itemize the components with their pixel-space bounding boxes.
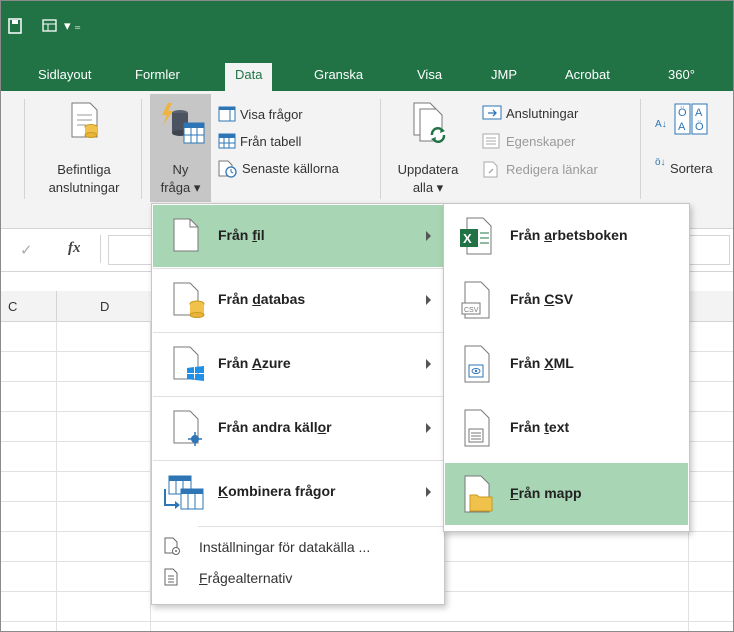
properties-icon (482, 133, 500, 149)
azure-icon (173, 346, 204, 381)
menu-item-from-database-label: Från databas (218, 291, 306, 307)
submenu-item-from-xml-label: Från XML (510, 355, 574, 371)
excel-window: ▾ ₌ Sidlayout Formler Data Granska Visa … (0, 0, 734, 632)
submenu-item-from-xml[interactable]: Från XML (445, 333, 688, 395)
existing-connections-icon (71, 102, 98, 138)
properties-button[interactable]: Egenskaper (506, 134, 575, 149)
new-query-label-2: fråga ▾ (160, 180, 201, 195)
folder-icon (464, 475, 493, 513)
refresh-all-button[interactable]: Uppdatera alla ▾ (390, 161, 466, 197)
submenu-arrow-icon (426, 231, 431, 241)
sort-button[interactable]: Sortera (670, 161, 713, 176)
connections-icon (482, 105, 502, 120)
sort-descending-icon[interactable]: ö↓ (655, 157, 666, 168)
menu-item-from-azure[interactable]: Från Azure (153, 333, 443, 395)
show-queries-icon (218, 106, 236, 122)
from-file-submenu: X Från arbetsboken CSV Från CSV Från XML… (443, 203, 690, 532)
submenu-item-from-workbook-label: Från arbetsboken (510, 227, 628, 243)
existing-connections-button[interactable]: Befintliga anslutningar (39, 161, 129, 197)
submenu-item-from-folder[interactable]: Från mapp (445, 463, 688, 525)
tab-sidlayout[interactable]: Sidlayout (38, 67, 91, 82)
submenu-item-from-text-label: Från text (510, 419, 570, 435)
customize-quick-access-button[interactable]: ▾ ₌ (64, 18, 81, 34)
new-query-label-1: Ny (172, 162, 189, 177)
connections-button[interactable]: Anslutningar (506, 106, 578, 121)
submenu-arrow-icon (426, 487, 431, 497)
recent-sources-icon (218, 160, 237, 178)
insert-function-button[interactable]: fx (68, 240, 81, 257)
svg-text:Ö: Ö (695, 121, 704, 133)
sort-ascending-icon[interactable]: A↓ (655, 119, 667, 130)
from-table-button[interactable]: Från tabell (240, 134, 301, 149)
csv-tag: CSV (464, 307, 479, 314)
submenu-item-from-csv-label: Från CSV (510, 291, 574, 307)
menu-item-combine-queries-label: Kombinera frågor (218, 483, 336, 499)
other-sources-icon (173, 410, 202, 446)
edit-links-icon (483, 161, 498, 178)
column-header-c[interactable]: C (8, 299, 17, 314)
existing-connections-label-2: anslutningar (48, 180, 120, 195)
column-header-d[interactable]: D (100, 299, 109, 314)
refresh-all-label-1: Uppdatera (397, 162, 459, 177)
query-options-button[interactable]: Frågealternativ (199, 570, 292, 586)
new-query-label: Ny fråga ▾ (150, 161, 211, 197)
excel-workbook-icon: X (460, 217, 492, 255)
tab-data[interactable]: Data (225, 63, 273, 91)
svg-text:A: A (678, 121, 686, 133)
menu-item-from-other-sources-label: Från andra källor (218, 419, 332, 435)
tab-granska[interactable]: Granska (314, 67, 363, 82)
edit-links-button[interactable]: Redigera länkar (506, 162, 598, 177)
recent-sources-button[interactable]: Senaste källorna (242, 161, 339, 176)
file-icon (173, 218, 199, 252)
tab-visa[interactable]: Visa (417, 67, 442, 82)
query-options-icon (164, 568, 178, 586)
data-source-settings-button[interactable]: Inställningar för datakälla ... (199, 539, 370, 555)
combine-queries-icon (164, 475, 204, 510)
menu-item-from-azure-label: Från Azure (218, 355, 291, 371)
submenu-item-from-folder-label: Från mapp (510, 485, 582, 501)
tab-360[interactable]: 360° (668, 67, 695, 82)
new-query-icon (162, 103, 205, 144)
tab-acrobat[interactable]: Acrobat (565, 67, 610, 82)
menu-item-from-file[interactable]: Från fil (153, 205, 443, 267)
database-icon (173, 282, 205, 318)
from-table-icon (218, 133, 236, 149)
submenu-item-from-csv[interactable]: CSV Från CSV (445, 269, 688, 331)
csv-file-icon: CSV (461, 281, 490, 319)
touch-mode-icon[interactable] (42, 18, 58, 34)
existing-connections-label-1: Befintliga (57, 162, 111, 177)
save-icon[interactable] (8, 18, 22, 34)
svg-text:A: A (695, 107, 703, 119)
sort-dialog-icon[interactable]: Ö A A Ö (674, 103, 708, 135)
submenu-arrow-icon (426, 423, 431, 433)
menu-item-from-database[interactable]: Från databas (153, 269, 443, 331)
show-queries-button[interactable]: Visa frågor (240, 107, 303, 122)
submenu-arrow-icon (426, 295, 431, 305)
svg-text:Ö: Ö (678, 107, 687, 119)
new-query-menu: Från fil Från databas Från Azure Från an… (151, 203, 445, 605)
data-source-settings-icon (164, 537, 180, 555)
refresh-all-icon (413, 102, 446, 143)
menu-item-from-file-label: Från fil (218, 227, 265, 243)
xml-file-icon (464, 345, 490, 383)
submenu-item-from-text[interactable]: Från text (445, 397, 688, 459)
enter-icon[interactable]: ✓ (20, 241, 33, 259)
tab-formler[interactable]: Formler (135, 67, 180, 82)
menu-item-combine-queries[interactable]: Kombinera frågor (153, 461, 443, 523)
tab-jmp[interactable]: JMP (491, 67, 517, 82)
menu-item-from-other-sources[interactable]: Från andra källor (153, 397, 443, 459)
svg-text:X: X (463, 231, 472, 246)
text-file-icon (464, 409, 490, 447)
refresh-all-label-2: alla ▾ (412, 180, 444, 195)
submenu-item-from-workbook[interactable]: X Från arbetsboken (445, 205, 688, 267)
submenu-arrow-icon (426, 359, 431, 369)
ribbon-tabs: Sidlayout Formler Data Granska Visa JMP … (0, 58, 734, 91)
title-bar: ▾ ₌ (0, 0, 734, 58)
